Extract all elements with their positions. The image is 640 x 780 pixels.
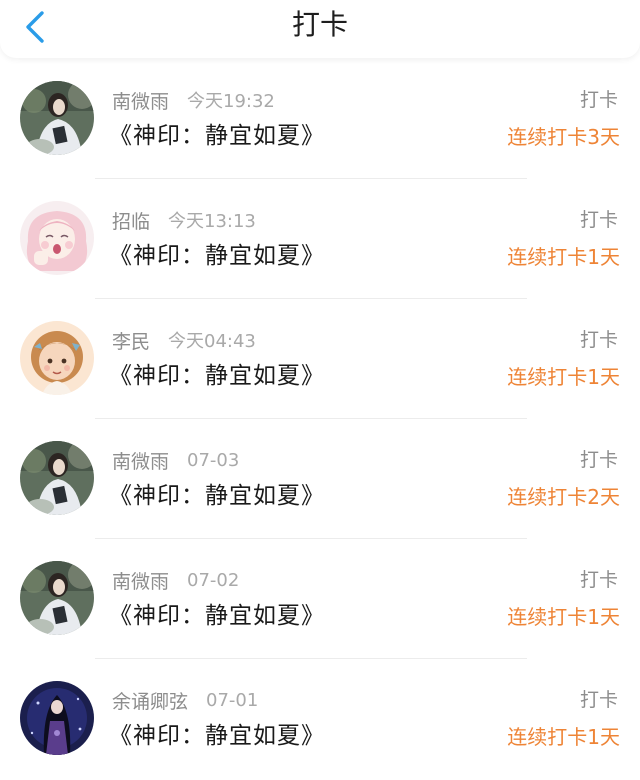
- list-item[interactable]: 招临 今天13:13 《神印：静宜如夏》 打卡 连续打卡1天: [0, 180, 640, 300]
- book-title[interactable]: 《神印：静宜如夏》: [109, 360, 325, 392]
- timestamp: 07-03: [187, 449, 240, 471]
- book-title[interactable]: 《神印：静宜如夏》: [109, 120, 325, 152]
- list-item[interactable]: 南微雨 今天19:32 《神印：静宜如夏》 打卡 连续打卡3天: [0, 60, 640, 180]
- checkin-label: 打卡: [579, 569, 618, 591]
- divider: [95, 418, 527, 419]
- username[interactable]: 南微雨: [112, 567, 169, 594]
- entry-meta: 南微雨 07-03: [112, 447, 239, 473]
- streak-label: 连续打卡1天: [507, 605, 620, 629]
- book-title[interactable]: 《神印：静宜如夏》: [109, 240, 325, 272]
- timestamp: 07-01: [206, 689, 259, 711]
- username[interactable]: 南微雨: [112, 87, 169, 114]
- avatar[interactable]: [20, 321, 94, 395]
- username[interactable]: 南微雨: [112, 447, 169, 474]
- list-item[interactable]: 李民 今天04:43 《神印：静宜如夏》 打卡 连续打卡1天: [0, 300, 640, 420]
- username[interactable]: 招临: [112, 207, 150, 234]
- entry-meta: 招临 今天13:13: [112, 207, 256, 233]
- divider: [95, 298, 527, 299]
- divider: [95, 538, 527, 539]
- streak-label: 连续打卡1天: [507, 245, 620, 269]
- timestamp: 今天19:32: [187, 91, 275, 112]
- list-item[interactable]: 南微雨 07-02 《神印：静宜如夏》 打卡 连续打卡1天: [0, 540, 640, 660]
- avatar[interactable]: [20, 441, 94, 515]
- divider: [95, 658, 527, 659]
- entry-meta: 南微雨 07-02: [112, 567, 239, 593]
- list-item[interactable]: 南微雨 07-03 《神印：静宜如夏》 打卡 连续打卡2天: [0, 420, 640, 540]
- book-title[interactable]: 《神印：静宜如夏》: [109, 720, 325, 752]
- streak-label: 连续打卡2天: [507, 485, 620, 509]
- entry-meta: 余诵卿弦 07-01: [112, 687, 258, 713]
- avatar[interactable]: [20, 681, 94, 755]
- divider: [95, 178, 527, 179]
- username[interactable]: 余诵卿弦: [112, 687, 188, 714]
- avatar[interactable]: [20, 561, 94, 635]
- entry-meta: 南微雨 今天19:32: [112, 87, 275, 113]
- timestamp: 今天13:13: [168, 211, 256, 232]
- checkin-label: 打卡: [579, 89, 618, 111]
- book-title[interactable]: 《神印：静宜如夏》: [109, 600, 325, 632]
- list-item[interactable]: 余诵卿弦 07-01 《神印：静宜如夏》 打卡 连续打卡1天: [0, 660, 640, 780]
- timestamp: 今天04:43: [168, 331, 256, 352]
- entry-meta: 李民 今天04:43: [112, 327, 256, 353]
- checkin-label: 打卡: [579, 689, 618, 711]
- streak-label: 连续打卡1天: [507, 365, 620, 389]
- checkin-label: 打卡: [579, 209, 618, 231]
- header-bar: 打卡: [0, 0, 640, 58]
- avatar[interactable]: [20, 201, 94, 275]
- avatar[interactable]: [20, 81, 94, 155]
- timestamp: 07-02: [187, 569, 240, 591]
- streak-label: 连续打卡3天: [507, 125, 620, 149]
- checkin-label: 打卡: [579, 329, 618, 351]
- checkin-list: 南微雨 今天19:32 《神印：静宜如夏》 打卡 连续打卡3天 招临 今天13:…: [0, 60, 640, 780]
- username[interactable]: 李民: [112, 327, 150, 354]
- page-title: 打卡: [291, 8, 348, 41]
- book-title[interactable]: 《神印：静宜如夏》: [109, 480, 325, 512]
- streak-label: 连续打卡1天: [507, 725, 620, 749]
- checkin-label: 打卡: [579, 449, 618, 471]
